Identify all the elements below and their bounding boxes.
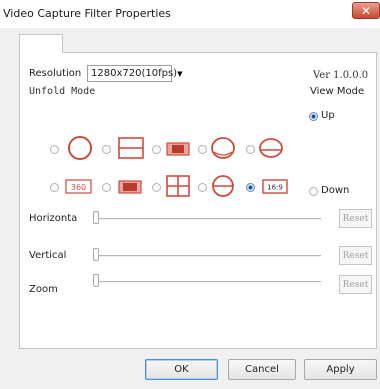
sphere-section-icon[interactable] <box>210 174 236 198</box>
ok-button[interactable]: OK <box>145 359 218 380</box>
zoom-reset-button[interactable]: Reset <box>339 275 372 294</box>
view-mode-down-label: Down <box>321 185 350 196</box>
dropdown-arrow-icon: ▼ <box>177 69 183 78</box>
panorama-360-icon[interactable]: 360 <box>65 179 92 194</box>
unfold-radio-10[interactable] <box>246 183 255 192</box>
window-title: Video Capture Filter Properties <box>3 7 171 20</box>
unfold-radio-7[interactable] <box>102 183 111 192</box>
resolution-value: 1280x720(10fps) <box>91 68 178 79</box>
close-icon: ✕ <box>360 3 372 18</box>
zoom-label: Zoom <box>29 284 58 295</box>
horizontal-label: Horizonta <box>29 213 78 224</box>
unfold-radio-9[interactable] <box>198 183 207 192</box>
ellipse-dome-icon[interactable] <box>210 136 236 160</box>
panorama-strip-icon[interactable] <box>166 142 190 156</box>
resolution-select[interactable]: 1280x720(10fps) ▼ <box>87 65 182 82</box>
horizontal-slider-thumb[interactable] <box>93 211 99 224</box>
oval-slice-icon[interactable] <box>258 137 284 159</box>
horizontal-reset-button[interactable]: Reset <box>339 209 372 228</box>
view-mode-label: View Mode <box>310 86 365 97</box>
unfold-radio-1[interactable] <box>50 145 59 154</box>
svg-text:360: 360 <box>71 183 86 192</box>
unfold-radio-6[interactable] <box>50 183 59 192</box>
tab-properties[interactable] <box>19 34 63 53</box>
vertical-slider-thumb[interactable] <box>93 248 99 261</box>
unfold-radio-4[interactable] <box>198 145 207 154</box>
unfold-radio-5[interactable] <box>246 145 255 154</box>
unfold-radio-8[interactable] <box>152 183 161 192</box>
zoom-slider-track[interactable] <box>95 281 321 283</box>
view-mode-up-label: Up <box>321 110 335 121</box>
horizontal-slider-track[interactable] <box>95 218 321 220</box>
vertical-label: Vertical <box>29 250 67 261</box>
circle-fisheye-icon[interactable] <box>66 134 94 162</box>
unfold-mode-label: Unfold Mode <box>29 86 96 97</box>
apply-button[interactable]: Apply <box>304 359 377 380</box>
quad-grid-icon[interactable] <box>166 175 190 197</box>
unfold-radio-3[interactable] <box>152 145 161 154</box>
version-label: Ver 1.0.0.0 <box>313 70 369 81</box>
panorama-wide-icon[interactable] <box>118 180 142 194</box>
view-mode-up-radio[interactable] <box>309 112 318 121</box>
vertical-reset-button[interactable]: Reset <box>339 246 372 265</box>
zoom-slider-thumb[interactable] <box>93 274 99 287</box>
close-button[interactable]: ✕ <box>352 2 380 19</box>
aspect-16-9-icon[interactable]: 16:9 <box>262 179 288 194</box>
view-mode-down-radio[interactable] <box>309 187 318 196</box>
unfold-radio-2[interactable] <box>102 145 111 154</box>
horizontal-split-icon[interactable] <box>118 137 144 159</box>
resolution-label: Resolution <box>29 68 82 79</box>
vertical-slider-track[interactable] <box>95 255 321 257</box>
cancel-button[interactable]: Cancel <box>228 359 296 380</box>
svg-text:16:9: 16:9 <box>267 184 283 192</box>
